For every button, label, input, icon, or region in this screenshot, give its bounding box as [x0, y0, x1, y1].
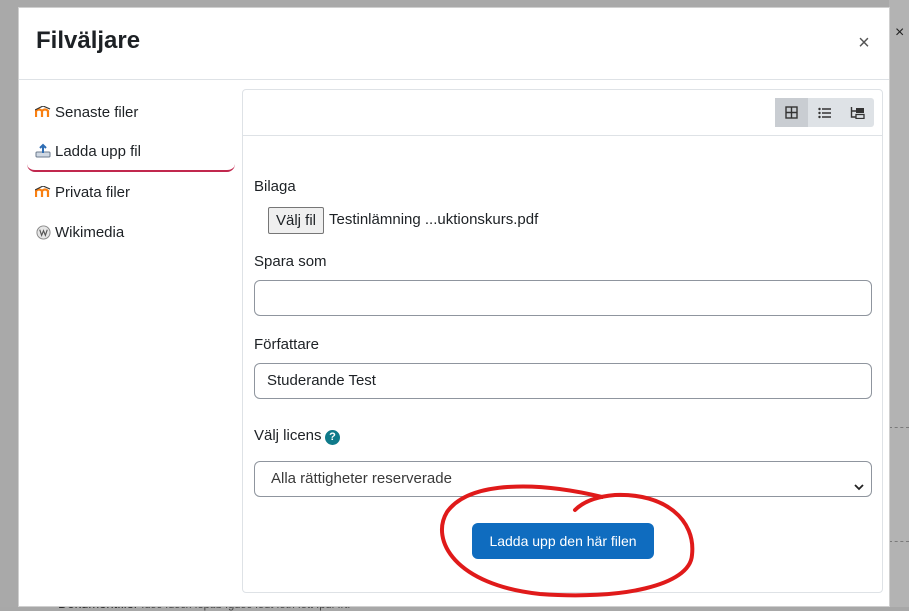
sidebar-item-label: Ladda upp fil — [55, 142, 141, 160]
tree-view-icon[interactable] — [841, 98, 874, 127]
attachment-label: Bilaga — [254, 178, 296, 195]
close-icon[interactable]: × — [855, 33, 873, 53]
sidebar-item-private-files[interactable]: Privata filer — [27, 172, 235, 212]
background-divider — [889, 427, 909, 428]
file-picker-dialog: Filväljare × Senaste filer Ladda upp fil… — [18, 7, 890, 607]
selected-file-name: Testinlämning ...uktionskurs.pdf — [329, 211, 539, 228]
sidebar-item-wikimedia[interactable]: Wikimedia — [27, 212, 235, 252]
view-switcher — [775, 98, 874, 127]
upload-panel: Bilaga Välj fil Testinlämning ...uktions… — [242, 89, 883, 593]
sidebar-item-label: Senaste filer — [55, 103, 139, 121]
repository-sidebar: Senaste filer Ladda upp fil Privata file… — [27, 92, 235, 252]
sidebar-item-label: Privata filer — [55, 183, 131, 201]
list-view-icon[interactable] — [808, 98, 841, 127]
chevron-down-icon — [853, 472, 865, 506]
view-toolbar — [243, 90, 882, 136]
background-close-icon: × — [895, 24, 905, 41]
save-as-input[interactable] — [254, 280, 872, 316]
background-divider — [889, 541, 909, 542]
help-icon[interactable]: ? — [325, 430, 340, 445]
license-select[interactable]: Alla rättigheter reserverade — [254, 461, 872, 497]
modal-title: Filväljare — [36, 27, 141, 54]
license-label: Välj licens — [254, 427, 322, 444]
wikimedia-icon — [35, 224, 51, 240]
choose-file-button[interactable]: Välj fil — [268, 207, 325, 234]
sidebar-item-label: Wikimedia — [55, 223, 125, 241]
author-input[interactable]: Studerande Test — [254, 363, 872, 399]
upload-file-button[interactable]: Ladda upp den här filen — [472, 523, 654, 559]
moodle-icon — [35, 104, 51, 120]
upload-icon — [35, 143, 51, 159]
save-as-label: Spara som — [254, 253, 327, 270]
grid-view-icon[interactable] — [775, 98, 808, 127]
sidebar-item-recent-files[interactable]: Senaste filer — [27, 92, 235, 132]
background-right-strip: × — [889, 0, 909, 607]
moodle-icon — [35, 184, 51, 200]
sidebar-item-upload-file[interactable]: Ladda upp fil — [27, 132, 235, 172]
modal-header: Filväljare × — [19, 8, 889, 80]
license-select-value: Alla rättigheter reserverade — [271, 470, 452, 487]
author-label: Författare — [254, 336, 320, 353]
